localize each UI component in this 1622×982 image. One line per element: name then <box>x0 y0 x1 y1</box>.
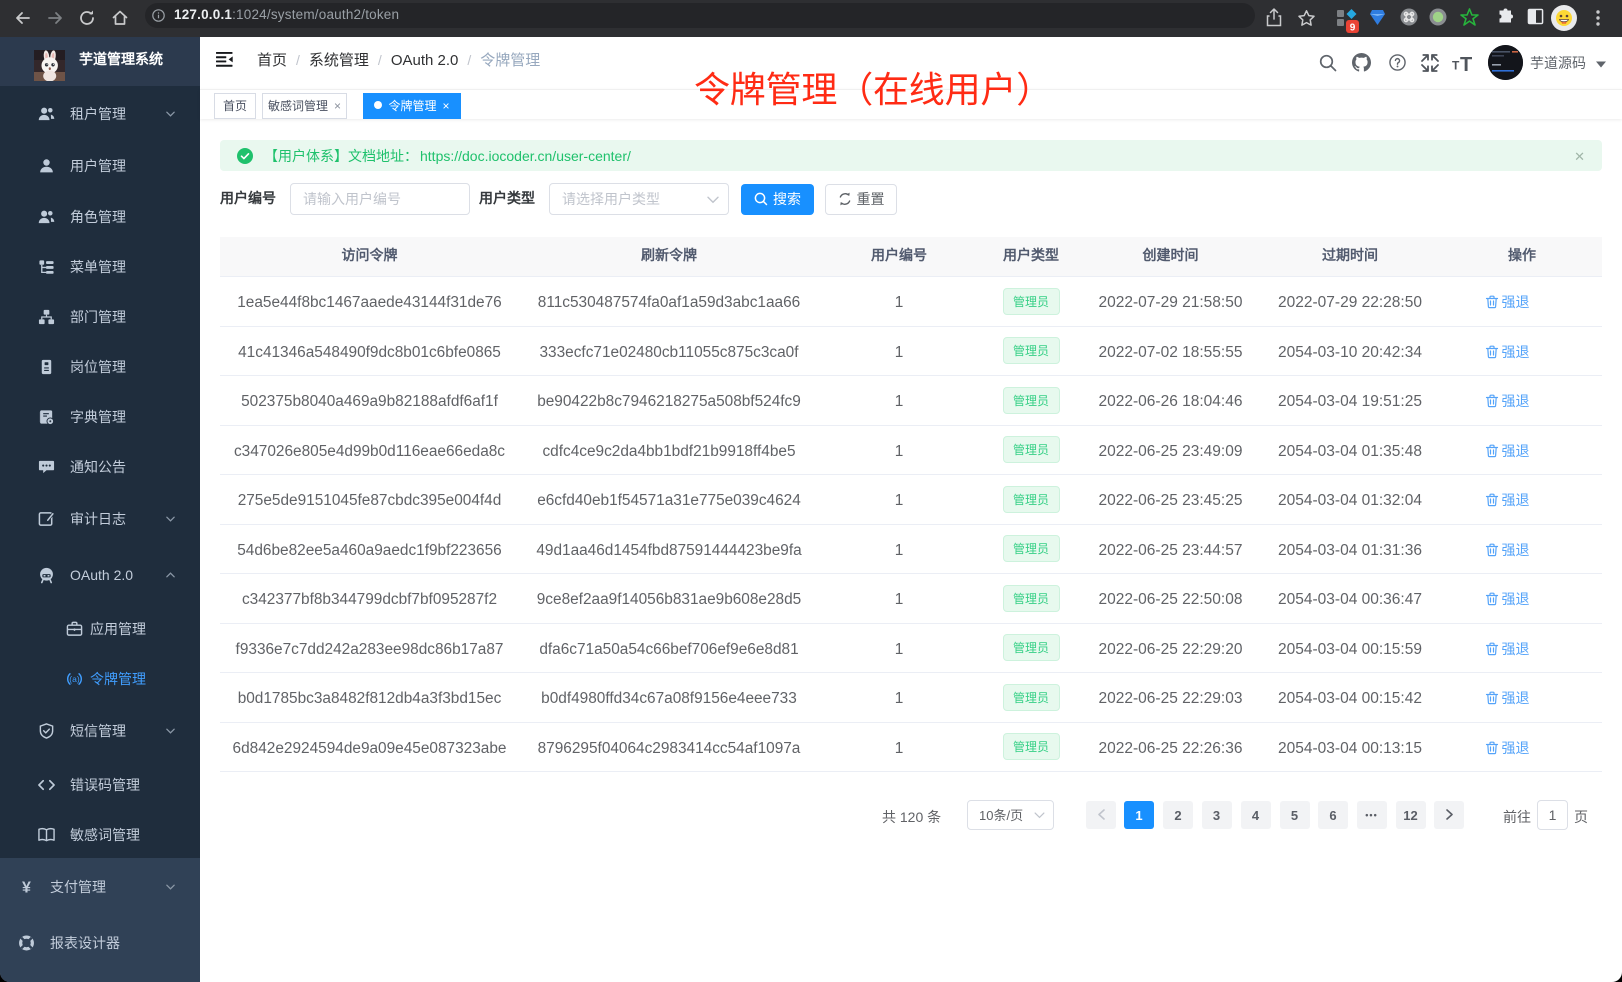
svg-text:9: 9 <box>1350 23 1356 34</box>
svg-text:(a): (a) <box>69 674 80 684</box>
svg-text:¥: ¥ <box>22 879 31 896</box>
svg-text:T: T <box>1460 54 1472 74</box>
svg-text:T: T <box>1452 59 1460 73</box>
